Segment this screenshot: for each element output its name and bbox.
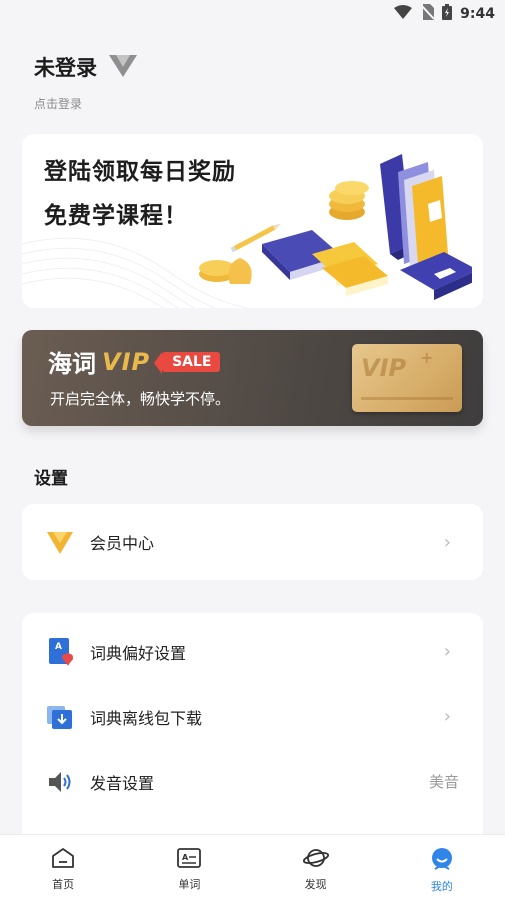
speaker-icon	[46, 768, 74, 796]
pronunciation-value: 美音	[428, 773, 459, 791]
offline-package-label: 词典离线包下载	[90, 708, 203, 728]
daily-reward-banner[interactable]: 登陆领取每日奖励 免费学课程！	[22, 134, 483, 308]
vip-subtitle: 开启完全体，畅快学不停。	[50, 390, 231, 408]
books-coins-illustration	[199, 154, 472, 300]
svg-text:A: A	[182, 853, 189, 862]
nav-profile[interactable]: 我的	[379, 835, 505, 897]
planet-icon	[302, 847, 329, 873]
wifi-icon	[394, 5, 413, 23]
member-center-row[interactable]: 会员中心 ›	[22, 504, 483, 580]
battery-icon	[442, 4, 453, 24]
nav-discover[interactable]: 发现	[253, 835, 379, 897]
profile-icon	[430, 847, 454, 875]
chevron-right-icon: ›	[443, 641, 451, 662]
vip-gold-card-text: VIP	[361, 354, 407, 382]
no-sim-icon	[420, 4, 435, 24]
home-icon	[51, 847, 75, 873]
vip-title: 海词 VIP SALE	[48, 344, 220, 379]
chevron-right-icon: ›	[443, 706, 451, 727]
vip-crown-icon	[46, 528, 74, 556]
dict-preferences-row[interactable]: A 词典偏好设置 ›	[22, 619, 483, 684]
nav-profile-label: 我的	[430, 880, 453, 893]
chevron-right-icon: ›	[443, 531, 451, 553]
vip-title-brand: 海词	[48, 349, 96, 378]
sale-badge: SALE	[154, 351, 220, 374]
vip-gold-card-plus: +	[420, 348, 434, 367]
promo-line-2: 免费学课程！	[44, 202, 188, 229]
login-hint[interactable]: 点击登录	[34, 95, 82, 112]
user-name[interactable]: 未登录	[34, 52, 97, 82]
dictionary-preference-icon: A	[46, 637, 74, 666]
settings-section-title: 设置	[34, 469, 68, 489]
svg-text:A: A	[55, 642, 62, 652]
vip-gold-card-graphic: VIP +	[352, 344, 462, 412]
vip-title-vip: VIP	[102, 347, 151, 376]
nav-words-label: 单词	[178, 878, 201, 891]
status-bar: 9:44	[0, 0, 505, 28]
nav-words[interactable]: A 单词	[126, 835, 252, 897]
vip-level-icon	[109, 53, 137, 81]
bottom-nav: 首页 A 单词 发现 我的	[0, 834, 505, 897]
user-header[interactable]: 未登录	[34, 52, 137, 82]
nav-discover-label: 发现	[304, 878, 327, 891]
nav-home-label: 首页	[52, 878, 75, 891]
offline-download-icon	[46, 703, 74, 731]
vip-gold-card-stripe	[361, 397, 453, 400]
settings-list-card: A 词典偏好设置 › 词典离线包下载 › 发音设置 美音	[22, 613, 483, 853]
word-card-icon: A	[177, 847, 202, 873]
dict-preferences-label: 词典偏好设置	[90, 643, 187, 663]
nav-home[interactable]: 首页	[0, 835, 126, 897]
member-center-card: 会员中心 ›	[22, 504, 483, 580]
pronunciation-label: 发音设置	[90, 773, 155, 793]
vip-sale-banner[interactable]: 海词 VIP SALE 开启完全体，畅快学不停。 VIP +	[22, 330, 483, 426]
pronunciation-row[interactable]: 发音设置 美音	[22, 749, 483, 814]
member-center-label: 会员中心	[90, 534, 155, 553]
clock: 9:44	[460, 6, 495, 22]
offline-package-row[interactable]: 词典离线包下载 ›	[22, 684, 483, 749]
